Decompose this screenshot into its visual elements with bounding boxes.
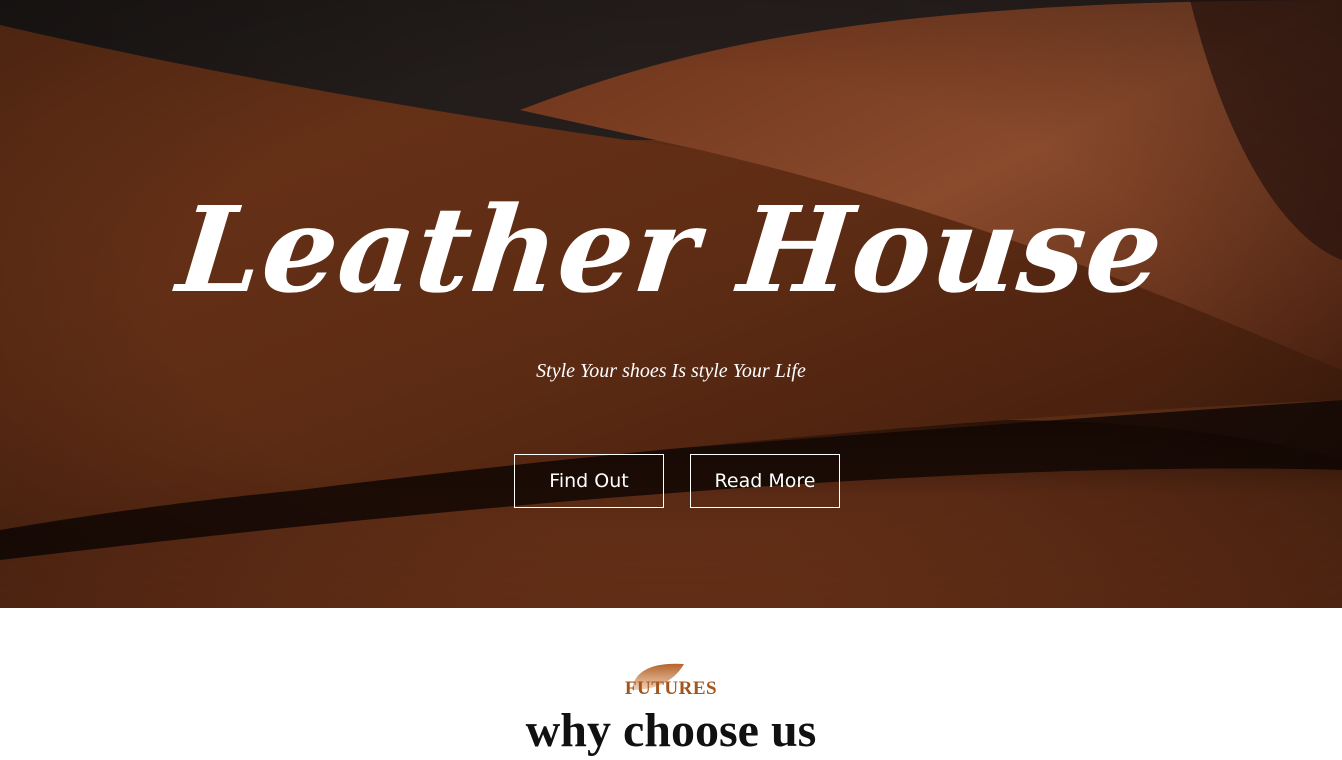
section-title: why choose us	[525, 704, 817, 757]
hero-title: Leather House	[171, 180, 1171, 319]
read-more-button[interactable]: Read More	[690, 454, 840, 508]
find-out-button[interactable]: Find Out	[514, 454, 664, 508]
features-section: FUTURES why choose us	[0, 608, 1342, 757]
hero-subtitle: Style Your shoes Is style Your Life	[536, 360, 806, 382]
hero-section: Leather House Style Your shoes Is style …	[0, 0, 1342, 608]
section-tagline: FUTURES	[624, 678, 718, 699]
